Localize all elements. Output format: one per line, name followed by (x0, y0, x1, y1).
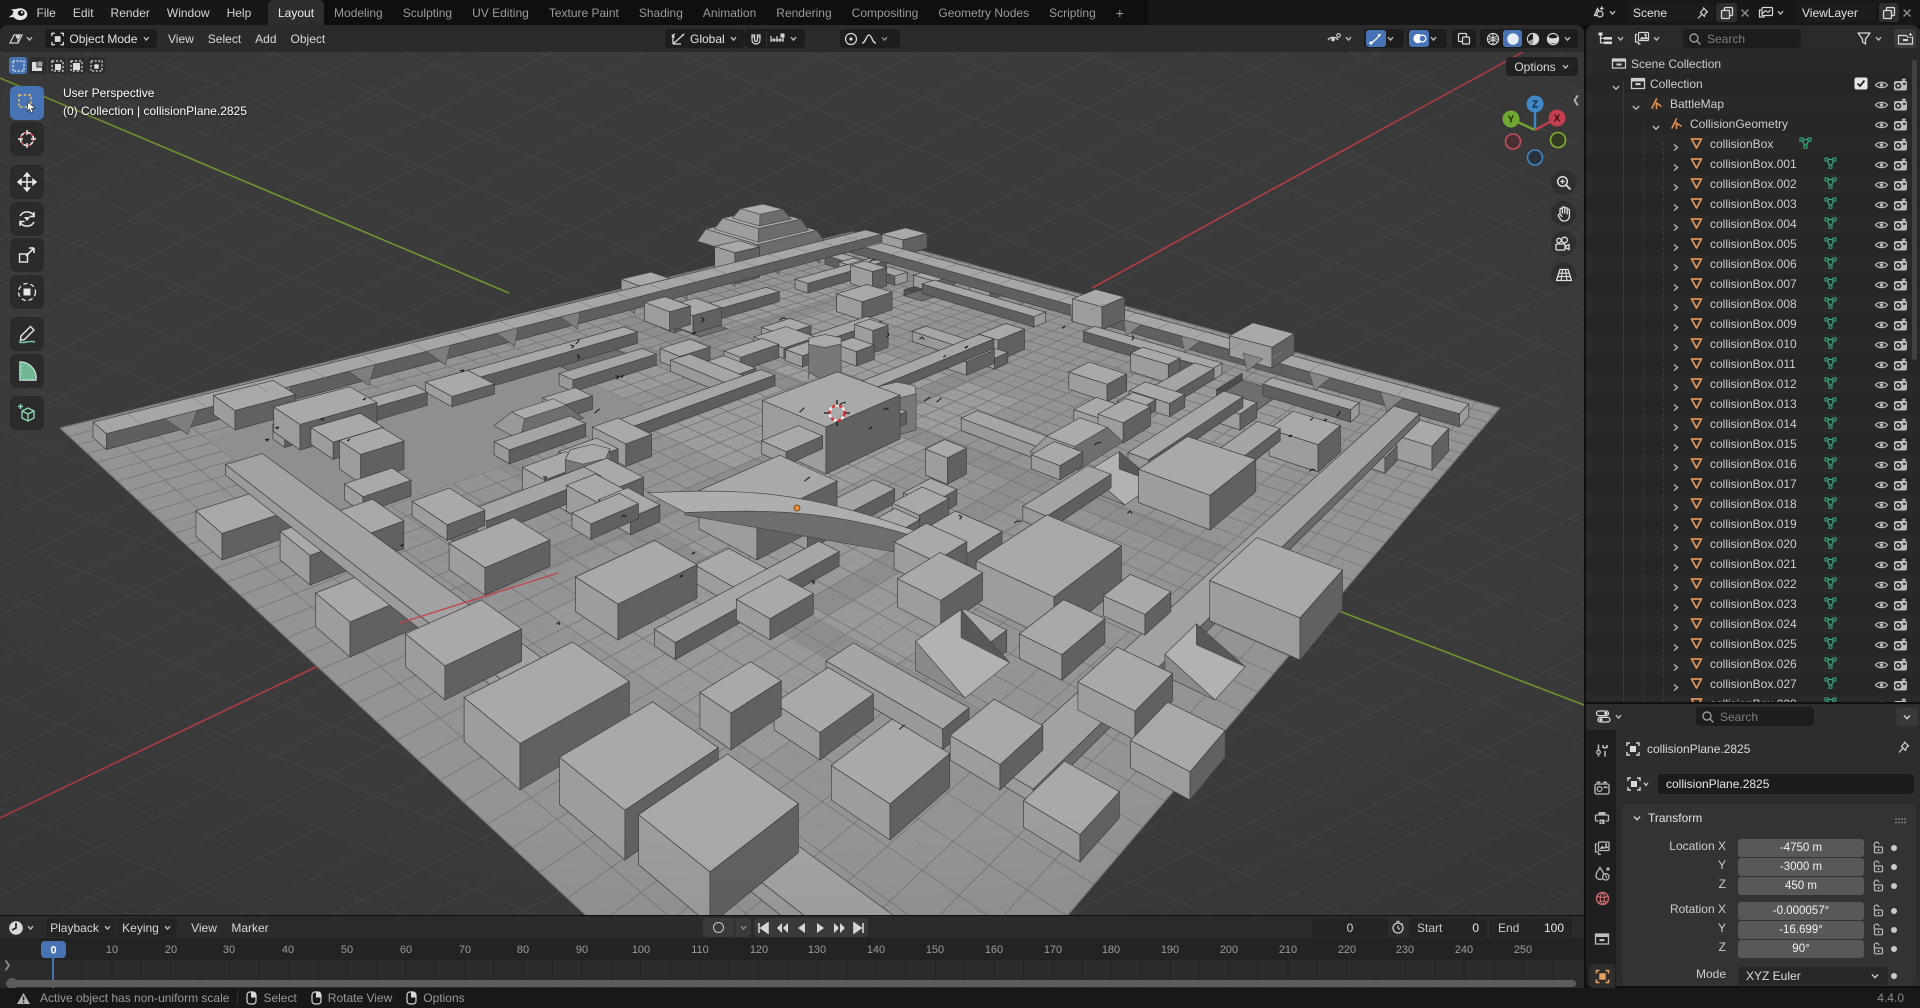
svg-text:170: 170 (1044, 944, 1062, 956)
svg-text:40: 40 (282, 944, 294, 956)
svg-text:80: 80 (517, 944, 529, 956)
svg-text:200: 200 (1220, 944, 1238, 956)
svg-text:220: 220 (1338, 944, 1356, 956)
svg-text:190: 190 (1161, 944, 1179, 956)
svg-text:❯: ❯ (3, 960, 11, 971)
svg-text:70: 70 (459, 944, 471, 956)
svg-text:90: 90 (576, 944, 588, 956)
svg-text:240: 240 (1455, 944, 1473, 956)
svg-text:180: 180 (1102, 944, 1120, 956)
svg-text:Y: Y (1508, 115, 1515, 126)
svg-text:50: 50 (341, 944, 353, 956)
svg-text:110: 110 (691, 944, 709, 956)
svg-text:Z: Z (1532, 100, 1538, 111)
svg-text:0: 0 (50, 945, 56, 957)
svg-text:10: 10 (106, 944, 118, 956)
svg-text:250: 250 (1514, 944, 1532, 956)
svg-text:20: 20 (165, 944, 177, 956)
svg-text:30: 30 (223, 944, 235, 956)
svg-text:160: 160 (985, 944, 1003, 956)
svg-text:120: 120 (750, 944, 768, 956)
svg-text:150: 150 (926, 944, 944, 956)
svg-text:60: 60 (400, 944, 412, 956)
svg-text:130: 130 (808, 944, 826, 956)
svg-text:210: 210 (1279, 944, 1297, 956)
svg-text:140: 140 (867, 944, 885, 956)
svg-text:230: 230 (1396, 944, 1414, 956)
svg-text:X: X (1554, 114, 1561, 125)
svg-text:100: 100 (632, 944, 650, 956)
